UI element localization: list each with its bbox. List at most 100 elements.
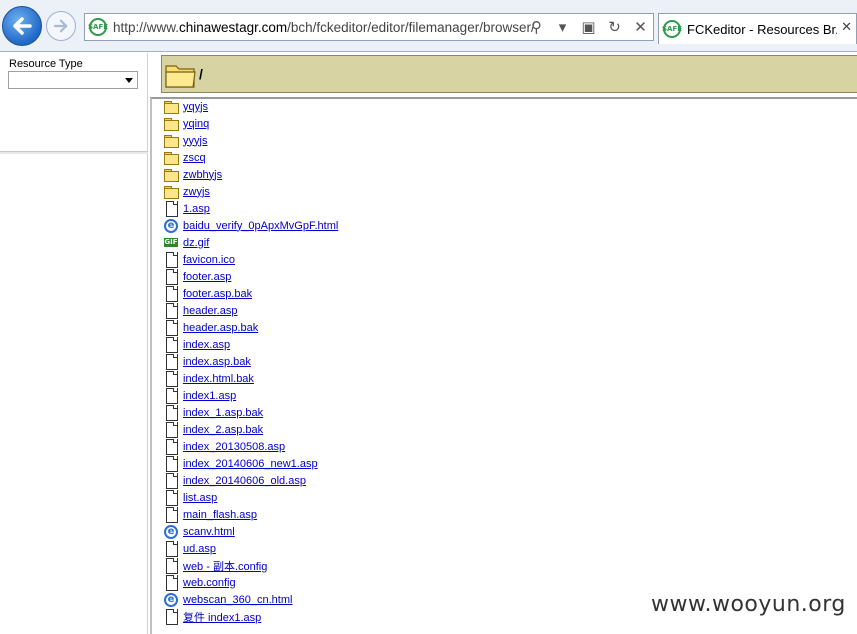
file-link[interactable]: index_20140606_old.asp: [183, 475, 306, 487]
folder-item[interactable]: yqinq: [163, 115, 853, 132]
file-link[interactable]: footer.asp: [183, 271, 231, 283]
address-tools: ⚲ ▾ ▣ ↻ ✕: [528, 17, 649, 37]
file-icon: [163, 286, 179, 302]
resource-type-frame: Resource Type: [0, 53, 148, 634]
file-icon: [163, 388, 179, 404]
file-link[interactable]: ud.asp: [183, 543, 216, 555]
file-item[interactable]: index_20130508.asp: [163, 438, 853, 455]
forward-button[interactable]: [46, 11, 76, 41]
current-folder-bar: /: [161, 55, 857, 93]
file-link[interactable]: index.asp.bak: [183, 356, 251, 368]
file-icon: [163, 320, 179, 336]
file-link[interactable]: footer.asp.bak: [183, 288, 252, 300]
file-link[interactable]: web - 副本.config: [183, 558, 267, 574]
file-item[interactable]: 1.asp: [163, 200, 853, 217]
address-dropdown-icon[interactable]: ▾: [554, 17, 571, 37]
file-item[interactable]: main_flash.asp: [163, 506, 853, 523]
refresh-icon[interactable]: ↻: [606, 17, 623, 37]
file-link[interactable]: list.asp: [183, 492, 217, 504]
file-link[interactable]: webscan_360_cn.html: [183, 594, 292, 606]
file-item[interactable]: header.asp.bak: [163, 319, 853, 336]
file-item[interactable]: e baidu_verify_0pApxMvGpF.html: [163, 217, 853, 234]
file-link[interactable]: index_20140606_new1.asp: [183, 458, 318, 470]
file-link[interactable]: index_1.asp.bak: [183, 407, 263, 419]
file-item[interactable]: GIF dz.gif: [163, 234, 853, 251]
file-icon: [163, 609, 179, 625]
chevron-down-icon: [125, 78, 133, 83]
file-link[interactable]: 复件 index1.asp: [183, 609, 261, 625]
file-link[interactable]: index_2.asp.bak: [183, 424, 263, 436]
folder-item[interactable]: zwbhyjs: [163, 166, 853, 183]
file-icon: [163, 439, 179, 455]
file-icon: [163, 371, 179, 387]
file-list: yqyjs yqinq yyyjs zscq zwbhyjs zwyjs 1.asp e bai…: [163, 98, 853, 625]
file-link[interactable]: main_flash.asp: [183, 509, 257, 521]
folder-icon: [163, 116, 179, 131]
file-link[interactable]: web.config: [183, 577, 236, 589]
file-item[interactable]: index.asp.bak: [163, 353, 853, 370]
url-prefix: http://www.: [113, 19, 180, 35]
file-link[interactable]: index.html.bak: [183, 373, 254, 385]
ie-badge: e: [164, 218, 178, 233]
folder-icon: [163, 184, 179, 199]
file-link[interactable]: dz.gif: [183, 237, 209, 249]
folder-item[interactable]: yqyjs: [163, 98, 853, 115]
file-link[interactable]: header.asp: [183, 305, 237, 317]
file-item[interactable]: index.html.bak: [163, 370, 853, 387]
tab-fckeditor[interactable]: SAFE FCKeditor - Resources Br... ✕: [658, 13, 857, 44]
file-link[interactable]: favicon.ico: [183, 254, 235, 266]
file-link[interactable]: scanv.html: [183, 526, 235, 538]
folder-link[interactable]: zwbhyjs: [183, 169, 222, 181]
file-item[interactable]: ud.asp: [163, 540, 853, 557]
resource-type-select[interactable]: [8, 71, 138, 89]
file-item[interactable]: favicon.ico: [163, 251, 853, 268]
folder-link[interactable]: zwyjs: [183, 186, 210, 198]
url-text[interactable]: http://www.chinawestagr.com/bch/fckedito…: [113, 20, 535, 35]
file-item[interactable]: index_1.asp.bak: [163, 404, 853, 421]
file-link[interactable]: index_20130508.asp: [183, 441, 285, 453]
file-item[interactable]: list.asp: [163, 489, 853, 506]
folder-link[interactable]: zscq: [183, 152, 206, 164]
file-item[interactable]: index_20140606_old.asp: [163, 472, 853, 489]
file-link[interactable]: index1.asp: [183, 390, 236, 402]
folder-item[interactable]: zscq: [163, 149, 853, 166]
folder-link[interactable]: yyyjs: [183, 135, 207, 147]
folder-icon: [163, 150, 179, 165]
folder-item[interactable]: yyyjs: [163, 132, 853, 149]
folder-icon: [163, 133, 179, 148]
file-link[interactable]: header.asp.bak: [183, 322, 258, 334]
file-item[interactable]: index_20140606_new1.asp: [163, 455, 853, 472]
folder-item[interactable]: zwyjs: [163, 183, 853, 200]
file-item[interactable]: web - 副本.config: [163, 557, 853, 574]
search-icon[interactable]: ⚲: [528, 17, 545, 37]
file-item[interactable]: web.config: [163, 574, 853, 591]
file-item[interactable]: footer.asp: [163, 268, 853, 285]
file-icon: [163, 490, 179, 506]
html-file-icon: e: [163, 524, 179, 539]
address-bar[interactable]: SAFE http://www.chinawestagr.com/bch/fck…: [84, 13, 654, 41]
file-link[interactable]: 1.asp: [183, 203, 210, 215]
file-item[interactable]: footer.asp.bak: [163, 285, 853, 302]
tab-close-icon[interactable]: ✕: [841, 20, 852, 35]
file-item[interactable]: index.asp: [163, 336, 853, 353]
file-item[interactable]: index1.asp: [163, 387, 853, 404]
file-item[interactable]: header.asp: [163, 302, 853, 319]
stop-icon[interactable]: ✕: [632, 17, 649, 37]
file-link[interactable]: index.asp: [183, 339, 230, 351]
file-link[interactable]: baidu_verify_0pApxMvGpF.html: [183, 220, 338, 232]
file-item[interactable]: index_2.asp.bak: [163, 421, 853, 438]
file-icon: [163, 269, 179, 285]
file-item[interactable]: e scanv.html: [163, 523, 853, 540]
frame-divider: [0, 151, 148, 154]
folder-icon: [163, 167, 179, 182]
back-arrow-icon: [13, 17, 32, 35]
folder-link[interactable]: yqinq: [183, 118, 209, 130]
folder-link[interactable]: yqyjs: [183, 101, 208, 113]
html-file-icon: e: [163, 218, 179, 233]
gif-file-icon: GIF: [163, 235, 179, 250]
file-icon: [163, 507, 179, 523]
compatibility-view-icon[interactable]: ▣: [580, 17, 597, 37]
back-button[interactable]: [2, 6, 42, 46]
file-icon: [163, 575, 179, 591]
file-icon: [163, 354, 179, 370]
